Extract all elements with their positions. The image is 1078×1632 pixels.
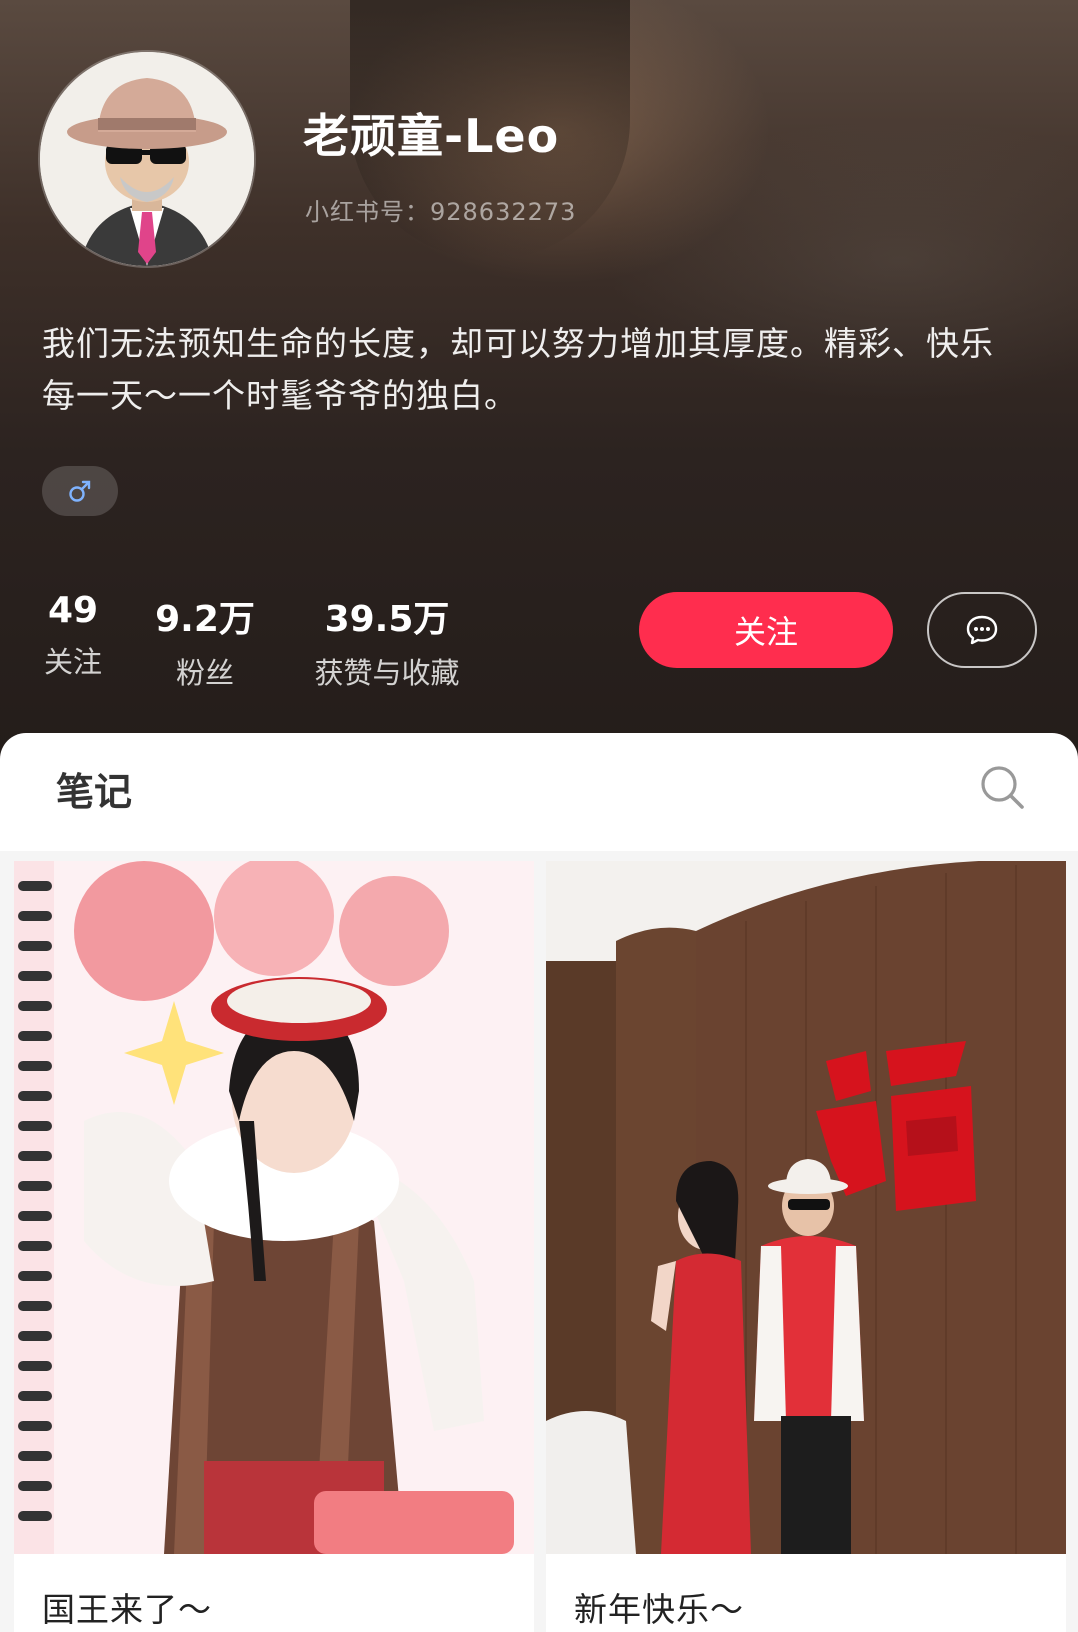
message-button[interactable]: [927, 592, 1037, 668]
stat-followers[interactable]: 9.2万 粉丝: [153, 590, 257, 692]
note-cover-image: [546, 861, 1066, 1554]
red-id: 小红书号：928632273: [305, 198, 577, 226]
notes-grid: 国王来了～ 新年快乐～: [0, 851, 1078, 1632]
profile-header: 老顽童-Leo 小红书号：928632273 我们无法预知生命的长度，却可以努力…: [0, 0, 1078, 760]
stat-followers-value: 9.2万: [155, 599, 255, 640]
stat-likes[interactable]: 39.5万 获赞与收藏: [302, 590, 472, 692]
follow-button[interactable]: 关注: [639, 592, 893, 668]
stat-following[interactable]: 49 关注: [40, 590, 106, 681]
note-card[interactable]: 新年快乐～: [546, 861, 1066, 1632]
tab-notes[interactable]: 笔记: [56, 761, 132, 816]
username: 老顽童-Leo: [303, 109, 560, 163]
note-title: 新年快乐～: [574, 1590, 744, 1629]
note-title: 国王来了～: [42, 1590, 212, 1629]
note-cover-image: [14, 861, 534, 1554]
content-sheet: 笔记 国王来了～ 新年快乐～: [0, 733, 1078, 1632]
male-icon: [69, 480, 91, 502]
stat-followers-label: 粉丝: [175, 656, 234, 690]
bio-text: 我们无法预知生命的长度，却可以努力增加其厚度。精彩、快乐每一天～一个时髦爷爷的独…: [42, 324, 994, 415]
note-card[interactable]: 国王来了～: [14, 861, 534, 1632]
stat-likes-value: 39.5万: [324, 599, 450, 640]
stat-following-label: 关注: [43, 645, 102, 679]
gender-tag: [42, 466, 118, 516]
stat-following-value: 49: [47, 590, 99, 631]
search-button[interactable]: [978, 763, 1028, 813]
search-icon: [981, 766, 1024, 809]
avatar[interactable]: [40, 52, 254, 266]
avatar-illustration: [40, 52, 254, 266]
chat-bubble-icon: [966, 615, 998, 645]
stat-likes-label: 获赞与收藏: [314, 656, 460, 690]
